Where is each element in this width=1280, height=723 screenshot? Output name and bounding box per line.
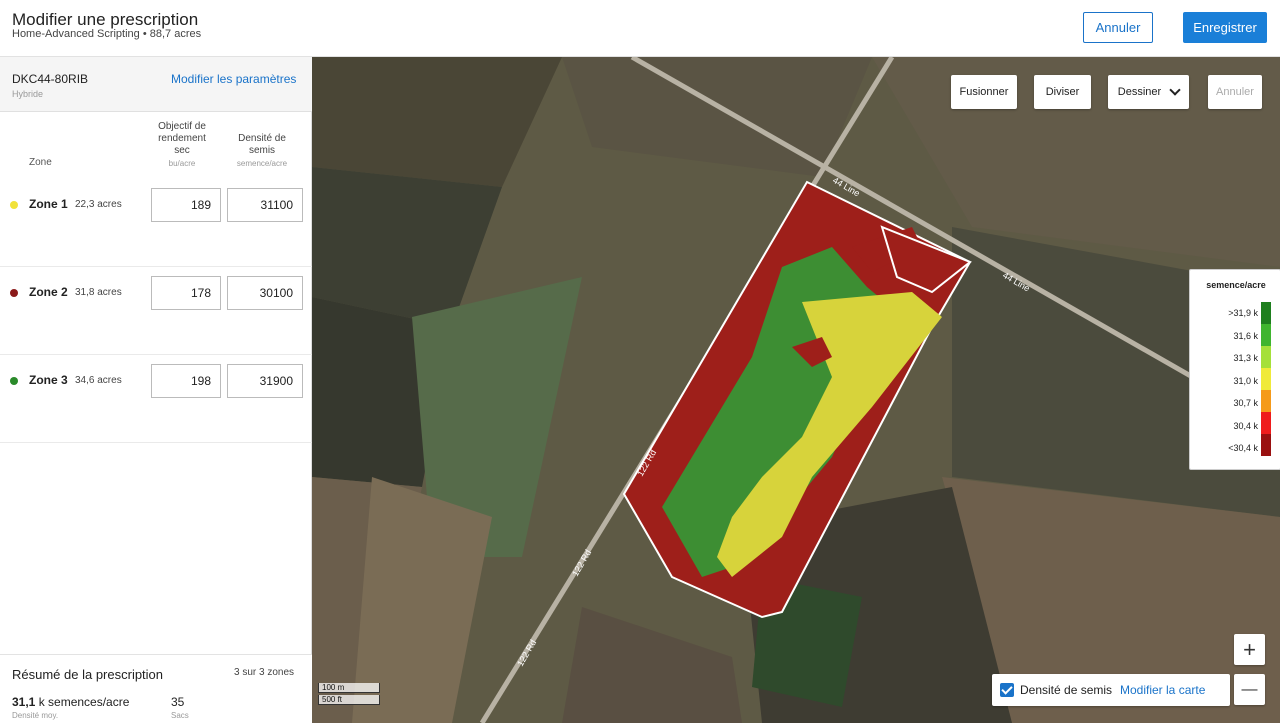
undo-button[interactable]: Annuler (1208, 75, 1262, 109)
yield-column-header: Objectif de rendement sec (146, 121, 218, 157)
layer-toggle: Densité de semis Modifier la carte (992, 674, 1230, 706)
legend-item-label: <30,4 k (1228, 443, 1258, 453)
legend-swatch (1261, 412, 1271, 434)
hybrid-section: DKC44-80RIB Hybride Modifier les paramèt… (0, 57, 312, 112)
legend-item-label: 30,7 k (1233, 398, 1258, 408)
cancel-button[interactable]: Annuler (1083, 12, 1153, 43)
zone-name: Zone 1 (29, 197, 68, 211)
seeding-density-input[interactable]: 31100 (227, 188, 303, 222)
legend-swatch (1261, 368, 1271, 390)
draw-dropdown[interactable]: Dessiner (1108, 75, 1189, 109)
yield-target-input[interactable]: 178 (151, 276, 221, 310)
legend-swatch (1261, 390, 1271, 412)
map-scale: 100 m 500 ft (318, 683, 380, 707)
zone-acres: 31,8 acres (75, 287, 122, 298)
legend-swatch (1261, 434, 1271, 456)
yield-unit: bu/acre (168, 159, 196, 168)
zone-row: Zone 1 22,3 acres 189 31100 (0, 179, 312, 267)
zone-color-dot (10, 289, 18, 297)
hybrid-type: Hybride (12, 89, 44, 99)
bags-label: Sacs (171, 711, 189, 720)
chevron-down-icon (1169, 84, 1181, 96)
legend-item-label: >31,9 k (1228, 308, 1258, 318)
merge-button[interactable]: Fusionner (951, 75, 1017, 109)
zone-color-dot (10, 201, 18, 209)
average-density: 31,1 k semences/acre (12, 695, 129, 709)
prescription-summary: Résumé de la prescription 3 sur 3 zones … (0, 654, 312, 723)
zoom-out-button[interactable]: — (1234, 674, 1265, 705)
density-column-header: Densité de semis (224, 133, 300, 157)
seeding-density-input[interactable]: 30100 (227, 276, 303, 310)
legend-item-label: 30,4 k (1233, 421, 1258, 431)
summary-zone-count: 3 sur 3 zones (234, 667, 295, 678)
legend-title: semence/acre (1206, 280, 1266, 290)
hybrid-name: DKC44-80RIB (12, 72, 89, 86)
seeding-density-input[interactable]: 31900 (227, 364, 303, 398)
edit-map-link[interactable]: Modifier la carte (1120, 683, 1205, 697)
legend-item-label: 31,3 k (1233, 353, 1258, 363)
field-map[interactable]: 122 Rd 122 Rd 122 Rd 44 Line 44 Line Fus… (312, 57, 1280, 723)
yield-target-input[interactable]: 189 (151, 188, 221, 222)
legend-swatch (1261, 346, 1271, 368)
satellite-map: 122 Rd 122 Rd 122 Rd 44 Line 44 Line (312, 57, 1280, 723)
bags-value: 35 (171, 695, 185, 709)
scale-feet: 500 ft (318, 695, 380, 705)
header: Modifier une prescription Home-Advanced … (0, 0, 1280, 57)
zone-color-dot (10, 377, 18, 385)
legend-item-label: 31,6 k (1233, 331, 1258, 341)
draw-label: Dessiner (1117, 86, 1162, 98)
yield-header-line: sec (174, 145, 190, 156)
page-subtitle: Home-Advanced Scripting • 88,7 acres (12, 28, 202, 40)
page-title: Modifier une prescription (12, 10, 199, 29)
zone-column-header: Zone (29, 157, 52, 168)
yield-header-line: Objectif de (158, 121, 206, 132)
average-density-value: 31,1 (12, 695, 36, 709)
yield-target-input[interactable]: 198 (151, 364, 221, 398)
average-density-unit: k semences/acre (35, 695, 130, 709)
split-button[interactable]: Diviser (1034, 75, 1091, 109)
legend-swatch (1261, 324, 1271, 346)
yield-header-line: rendement (158, 133, 206, 144)
zone-name: Zone 2 (29, 285, 68, 299)
density-layer-label: Densité de semis (1020, 683, 1113, 697)
legend-swatch (1261, 302, 1271, 324)
zone-row: Zone 3 34,6 acres 198 31900 (0, 355, 312, 443)
legend-item-label: 31,0 k (1233, 376, 1258, 386)
edit-parameters-link[interactable]: Modifier les paramètres (171, 72, 296, 86)
density-header-line: semis (248, 145, 276, 156)
zoom-in-button[interactable]: + (1234, 634, 1265, 665)
zone-acres: 22,3 acres (75, 199, 122, 210)
scale-meters: 100 m (318, 683, 380, 693)
density-legend: semence/acre >31,9 k 31,6 k 31,3 k 31,0 … (1189, 269, 1280, 470)
summary-title: Résumé de la prescription (12, 667, 164, 682)
zone-row: Zone 2 31,8 acres 178 30100 (0, 267, 312, 355)
zone-acres: 34,6 acres (75, 375, 122, 386)
density-header-line: Densité de (238, 133, 286, 144)
zone-name: Zone 3 (29, 373, 68, 387)
average-density-label: Densité moy. (12, 711, 59, 720)
density-unit: semence/acre (236, 159, 288, 168)
prescription-panel: DKC44-80RIB Hybride Modifier les paramèt… (0, 57, 312, 723)
density-layer-checkbox[interactable] (1000, 683, 1014, 697)
save-button[interactable]: Enregistrer (1183, 12, 1267, 43)
